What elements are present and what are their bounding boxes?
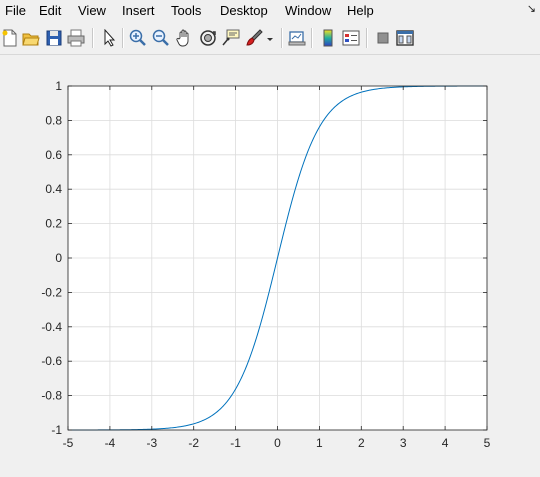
x-tick-label-8: 3 [400,436,407,450]
y-tick-label-10: 1 [55,79,62,93]
y-tick-label-9: 0.8 [45,113,62,127]
x-tick-label-10: 5 [484,436,491,450]
x-tick-label-2: -3 [146,436,157,450]
menu-desktop[interactable]: Desktop [220,3,268,18]
x-tick-label-1: -4 [105,436,116,450]
menu-insert[interactable]: Insert [122,3,155,18]
toolbar-separator [92,28,94,48]
zoom-in-icon[interactable] [128,27,148,49]
y-tick-label-0: -1 [51,423,62,437]
menu-bar: File Edit View Insert Tools Desktop Wind… [0,0,540,22]
y-tick-label-7: 0.4 [45,182,62,196]
x-tick-label-0: -5 [63,436,74,450]
y-tick-label-5: 0 [55,251,62,265]
data-cursor-icon[interactable] [221,27,241,49]
y-tick-label-8: 0.6 [45,148,62,162]
toolbar-separator [122,28,124,48]
toolbar-separator [366,28,368,48]
menu-help[interactable]: Help [347,3,374,18]
y-tick-label-1: -0.8 [41,389,62,403]
line-chart: -5 -4 -3 -2 -1 0 1 2 3 4 5 -1 -0.8 -0.6 -0.4 -0.2 0 0.2 0.… [41,79,491,450]
new-figure-icon[interactable] [0,27,20,49]
y-tick-label-3: -0.4 [41,320,62,334]
figure-toolbar [0,22,540,55]
edit-plot-icon[interactable] [99,27,119,49]
menu-file[interactable]: File [5,3,26,18]
insert-legend-icon[interactable] [341,27,361,49]
menu-view[interactable]: View [78,3,106,18]
insert-colorbar-icon[interactable] [318,27,338,49]
rotate-3d-icon[interactable] [198,27,218,49]
y-tick-label-4: -0.2 [41,285,62,299]
menu-tools[interactable]: Tools [171,3,201,18]
toolbar-separator [281,28,283,48]
dock-figure-icon[interactable]: ↘ [527,2,536,15]
brush-dropdown-icon[interactable] [265,27,275,49]
pan-icon[interactable] [175,27,195,49]
menu-edit[interactable]: Edit [39,3,61,18]
save-icon[interactable] [44,27,64,49]
show-plot-tools-icon[interactable] [395,27,415,49]
x-tick-label-6: 1 [316,436,323,450]
hide-plot-tools-icon[interactable] [373,27,393,49]
figure-canvas[interactable]: -5 -4 -3 -2 -1 0 1 2 3 4 5 -1 -0.8 -0.6 -0.4 -0.2 0 0.2 0.… [0,55,540,477]
x-tick-label-7: 2 [358,436,365,450]
open-file-icon[interactable] [21,27,41,49]
x-tick-label-3: -2 [188,436,199,450]
zoom-out-icon[interactable] [151,27,171,49]
x-tick-label-9: 4 [442,436,449,450]
menu-window[interactable]: Window [285,3,331,18]
brush-icon[interactable] [244,27,264,49]
x-tick-label-5: 0 [274,436,281,450]
print-icon[interactable] [66,27,86,49]
y-tick-label-2: -0.6 [41,354,62,368]
y-tick-label-6: 0.2 [45,217,62,231]
toolbar-separator [311,28,313,48]
link-plot-icon[interactable] [287,27,307,49]
x-tick-label-4: -1 [230,436,241,450]
